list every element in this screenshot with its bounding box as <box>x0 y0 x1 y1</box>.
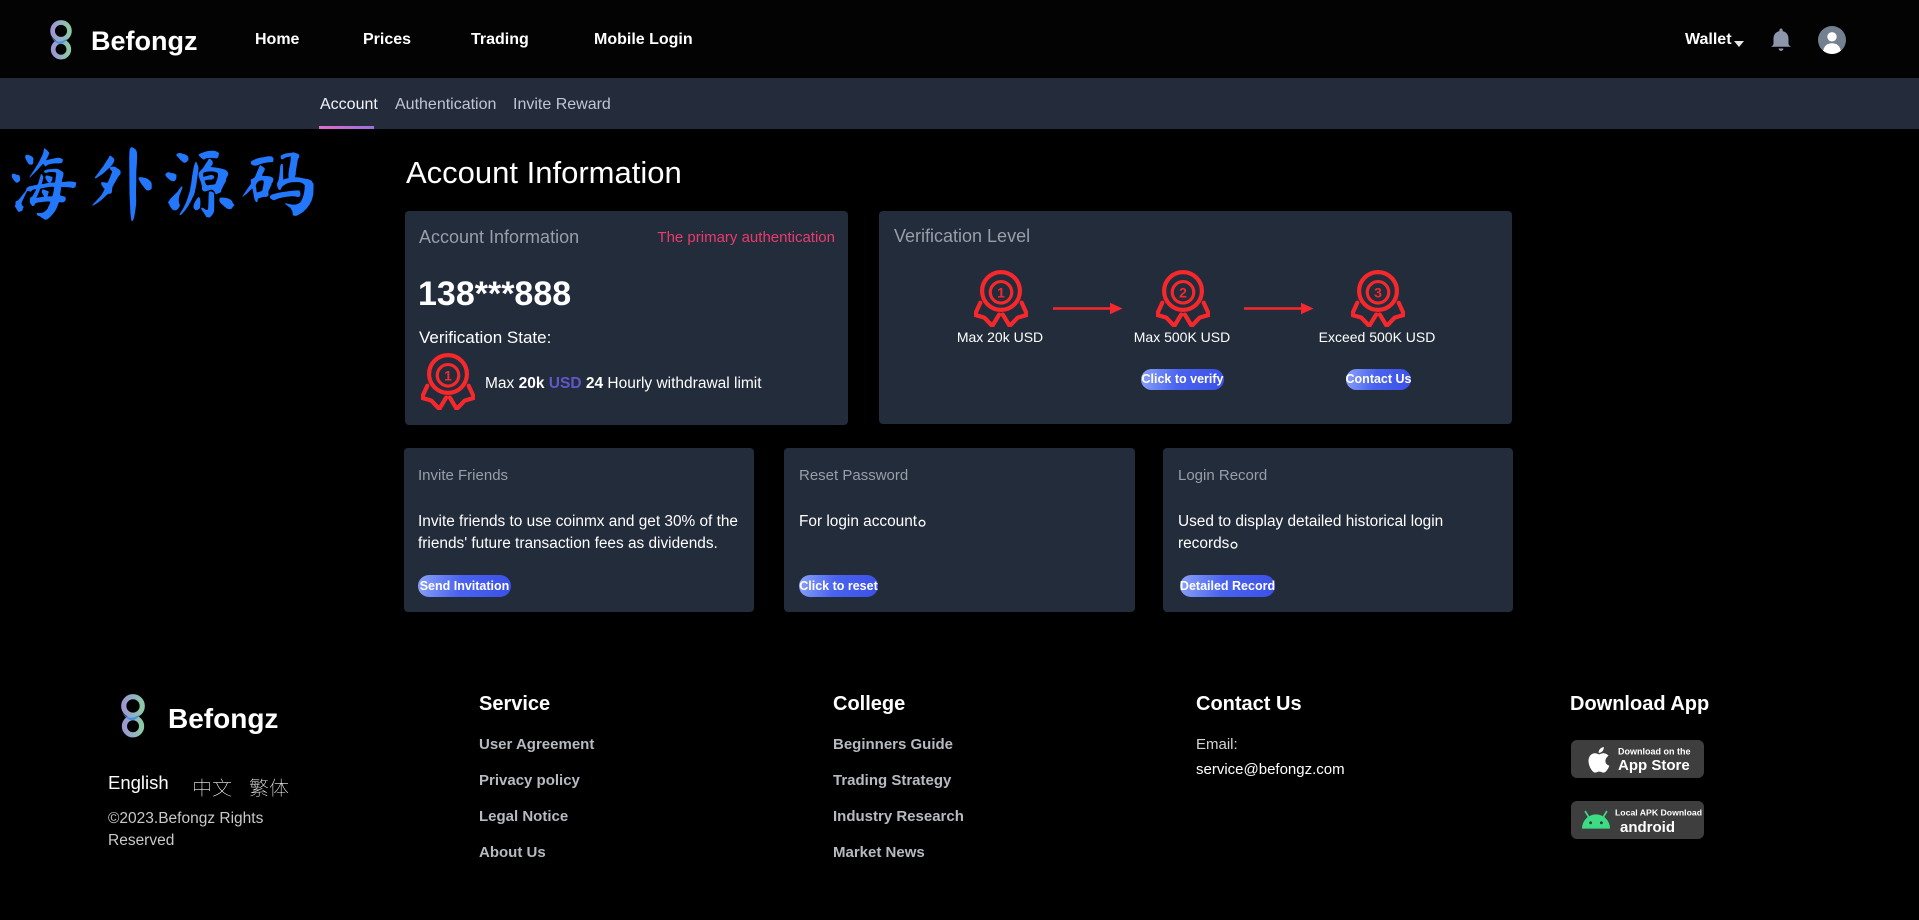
svg-text:3: 3 <box>1374 285 1382 301</box>
svg-text:android: android <box>1620 819 1675 836</box>
svg-text:1: 1 <box>444 368 452 384</box>
svg-text:2: 2 <box>1179 285 1187 301</box>
svg-text:App Store: App Store <box>1618 757 1690 774</box>
svg-text:1: 1 <box>997 285 1005 301</box>
svg-text:Local APK Download: Local APK Download <box>1615 808 1702 818</box>
svg-text:Download on the: Download on the <box>1618 747 1691 757</box>
